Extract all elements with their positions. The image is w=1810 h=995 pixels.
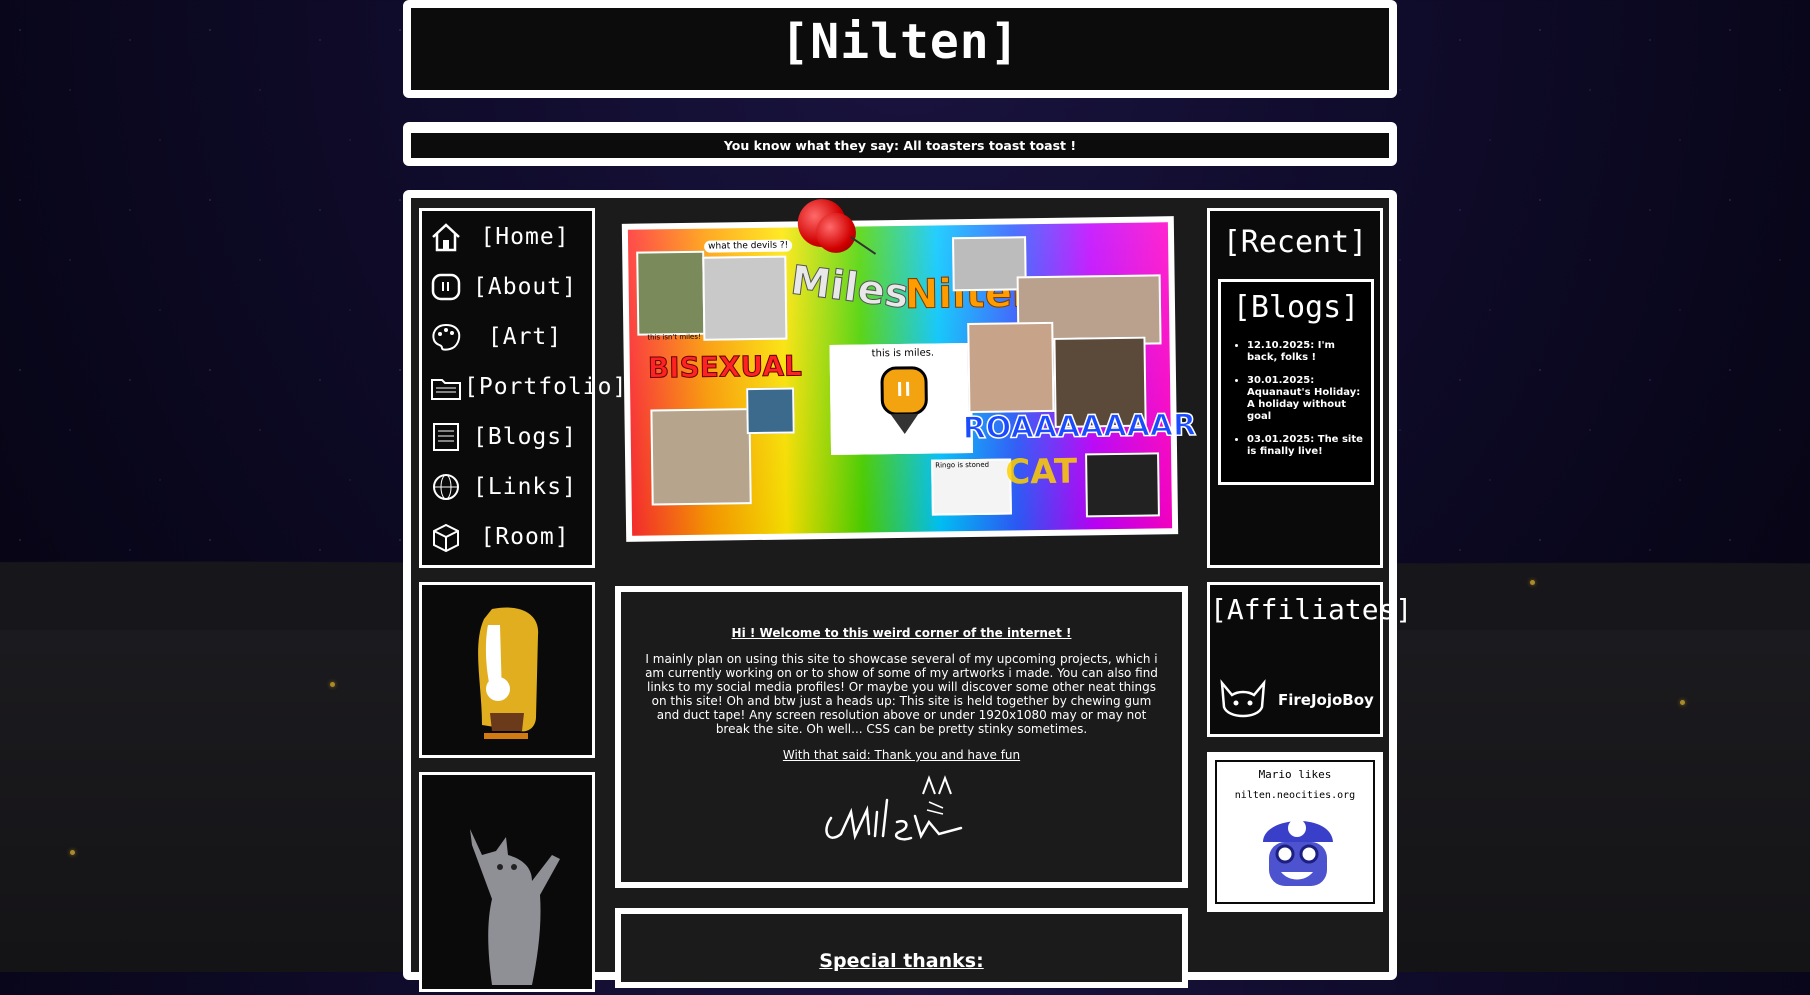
- pushpin-icon: [797, 198, 877, 269]
- recent-blogs-title[interactable]: [Blogs]: [1221, 290, 1371, 325]
- cat-sticker: [952, 236, 1027, 292]
- cat-photo: [702, 255, 788, 341]
- box-icon: [428, 520, 464, 554]
- cat-text: CAT: [1005, 451, 1078, 493]
- special-thanks-title: Special thanks:: [819, 950, 984, 972]
- nav-item-about[interactable]: [About]: [428, 264, 586, 310]
- speech-bubble: what the devils ?!: [704, 239, 793, 253]
- nav-item-art[interactable]: [Art]: [428, 314, 586, 360]
- nav-label-art: [Art]: [487, 324, 563, 350]
- squidward-portrait: [636, 250, 706, 336]
- firefly-decoration: [70, 850, 75, 855]
- notebook-icon: [428, 420, 464, 454]
- recent-blogs-box: [Blogs] 12.10.2025: I'm back, folks ! 30…: [1218, 279, 1374, 485]
- toaster-icon: [428, 270, 464, 304]
- affiliates-panel: [Affiliates] FireJojoBoy: [1207, 582, 1413, 737]
- nav-item-home[interactable]: [Home]: [428, 214, 586, 260]
- house-icon: [428, 220, 464, 254]
- nav-item-links[interactable]: [Links]: [428, 464, 586, 510]
- recent-blog-link[interactable]: 30.01.2025: Aquanaut's Holiday: A holida…: [1247, 375, 1365, 423]
- nav-label-home: [Home]: [480, 224, 570, 250]
- nav-label-blogs: [Blogs]: [473, 424, 577, 450]
- welcome-panel: Hi ! Welcome to this weird corner of the…: [615, 586, 1188, 888]
- recent-blog-list: 12.10.2025: I'm back, folks ! 30.01.2025…: [1237, 340, 1365, 469]
- avatar: [478, 607, 539, 739]
- caption-text: this is miles.: [871, 347, 935, 360]
- bisexual-text: BISEXUAL: [647, 349, 803, 385]
- avatar-panel: [419, 582, 595, 758]
- recent-panel: [Recent] [Blogs] 12.10.2025: I'm back, f…: [1207, 208, 1383, 568]
- nav-sidebar: [Home] [About] [Art] [Portfolio] [Blogs]: [419, 208, 626, 568]
- nav-label-portfolio: [Portfolio]: [464, 374, 628, 400]
- welcome-closing: With that said: Thank you and have fun: [782, 748, 1021, 762]
- mario-image: [1263, 819, 1333, 886]
- mario-badge-line2: nilten.neocities.org: [1234, 790, 1356, 801]
- dancing-cat-image: [470, 829, 560, 985]
- nav-item-portfolio[interactable]: [Portfolio]: [428, 364, 626, 410]
- welcome-body: I mainly plan on using this site to show…: [645, 652, 1158, 736]
- recent-title: [Recent]: [1222, 225, 1368, 260]
- miles-drawing: this is miles.: [829, 342, 974, 455]
- tagline-bar: You know what they say: All toasters toa…: [403, 122, 1397, 166]
- globe-icon: [428, 470, 464, 504]
- robot-sticker: [1085, 452, 1160, 518]
- special-thanks-panel: Special thanks:: [615, 908, 1188, 988]
- hero-collage-image: what the devils ?! this isn't miles! Mil…: [621, 198, 1197, 542]
- affiliate-label: FireJojoBoy: [1278, 691, 1374, 709]
- caption-text: Ringo is stoned: [935, 460, 990, 470]
- ringo-photo: Ringo is stoned: [931, 458, 1012, 516]
- recent-blog-link[interactable]: 12.10.2025: I'm back, folks !: [1247, 340, 1365, 364]
- dancing-cat-panel: [419, 772, 595, 992]
- nav-item-room[interactable]: [Room]: [428, 514, 586, 560]
- tagline-text: You know what they say: All toasters toa…: [723, 138, 1077, 153]
- caption-text: this isn't miles!: [647, 332, 701, 342]
- palette-icon: [428, 320, 464, 354]
- nav-label-room: [Room]: [480, 524, 570, 550]
- site-logo[interactable]: [Nilten]: [411, 14, 1389, 70]
- header-banner: [Nilten]: [403, 0, 1397, 98]
- screaming-cat-photo: [967, 321, 1055, 414]
- affiliates-title: [Affiliates]: [1210, 593, 1413, 626]
- sea-photo: [746, 387, 795, 435]
- roar-text: ROAAAAAAAR: [962, 407, 1197, 447]
- recent-blog-link[interactable]: 03.01.2025: The site is finally live!: [1247, 434, 1365, 458]
- nav-label-links: [Links]: [473, 474, 577, 500]
- cat-with-mask-photo: [650, 408, 752, 506]
- firefly-decoration: [1680, 700, 1685, 705]
- nav-item-blogs[interactable]: [Blogs]: [428, 414, 586, 460]
- mario-badge-line1: Mario likes: [1258, 768, 1332, 781]
- folder-icon: [428, 370, 464, 404]
- nav-label-about: [About]: [473, 274, 577, 300]
- cat-head-icon: [1220, 679, 1266, 718]
- signature-image: [825, 775, 963, 841]
- mario-likes-badge[interactable]: Mario likes nilten.neocities.org: [1207, 752, 1383, 912]
- affiliate-link-firejojoboy[interactable]: FireJojoBoy: [1216, 677, 1376, 723]
- firefly-decoration: [1530, 580, 1535, 585]
- welcome-title: Hi ! Welcome to this weird corner of the…: [731, 626, 1072, 640]
- firefly-decoration: [330, 682, 335, 687]
